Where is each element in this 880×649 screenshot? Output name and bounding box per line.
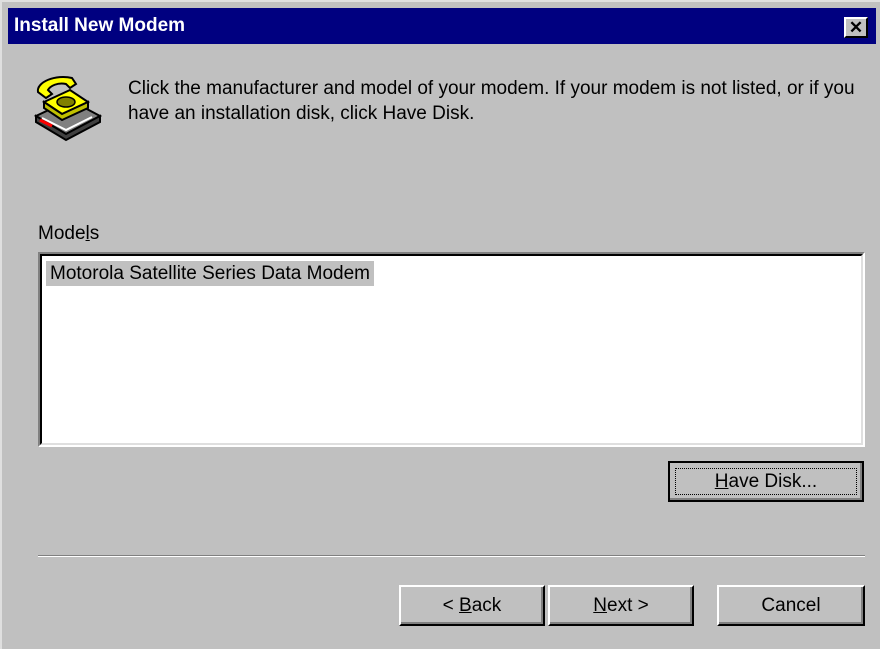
next-accelerator: N (593, 595, 607, 616)
close-icon: ✕ (848, 18, 864, 37)
back-prefix: < (442, 595, 460, 616)
separator-line (38, 555, 865, 557)
install-modem-dialog: Install New Modem ✕ Click the manufactur… (0, 0, 880, 649)
back-label: < Back (443, 595, 502, 616)
have-disk-button[interactable]: Have Disk... (668, 461, 864, 502)
window-title: Install New Modem (14, 15, 186, 36)
modem-telephone-icon (33, 76, 103, 142)
have-disk-accelerator: H (714, 471, 729, 492)
title-bar[interactable]: Install New Modem ✕ (8, 8, 876, 44)
list-item-motorola-satellite[interactable]: Motorola Satellite Series Data Modem (46, 261, 374, 286)
cancel-button[interactable]: Cancel (717, 585, 865, 626)
models-label: Models (38, 223, 99, 245)
next-button[interactable]: Next > (548, 585, 694, 626)
back-text: ack (471, 595, 502, 616)
models-listbox[interactable]: Motorola Satellite Series Data Modem (38, 252, 865, 447)
cancel-label: Cancel (761, 595, 821, 616)
models-label-part: s (89, 223, 100, 244)
instruction-text: Click the manufacturer and model of your… (128, 78, 855, 124)
next-label: Next > (593, 595, 648, 616)
listbox-frame: Motorola Satellite Series Data Modem (40, 254, 863, 445)
models-label-part: Mode (38, 223, 86, 244)
back-accelerator: B (459, 595, 472, 616)
have-disk-text: ave Disk... (728, 471, 818, 492)
back-button[interactable]: < Back (399, 585, 545, 626)
have-disk-label: Have Disk... (715, 471, 817, 492)
close-button[interactable]: ✕ (844, 17, 868, 38)
next-text: ext > (607, 595, 649, 616)
